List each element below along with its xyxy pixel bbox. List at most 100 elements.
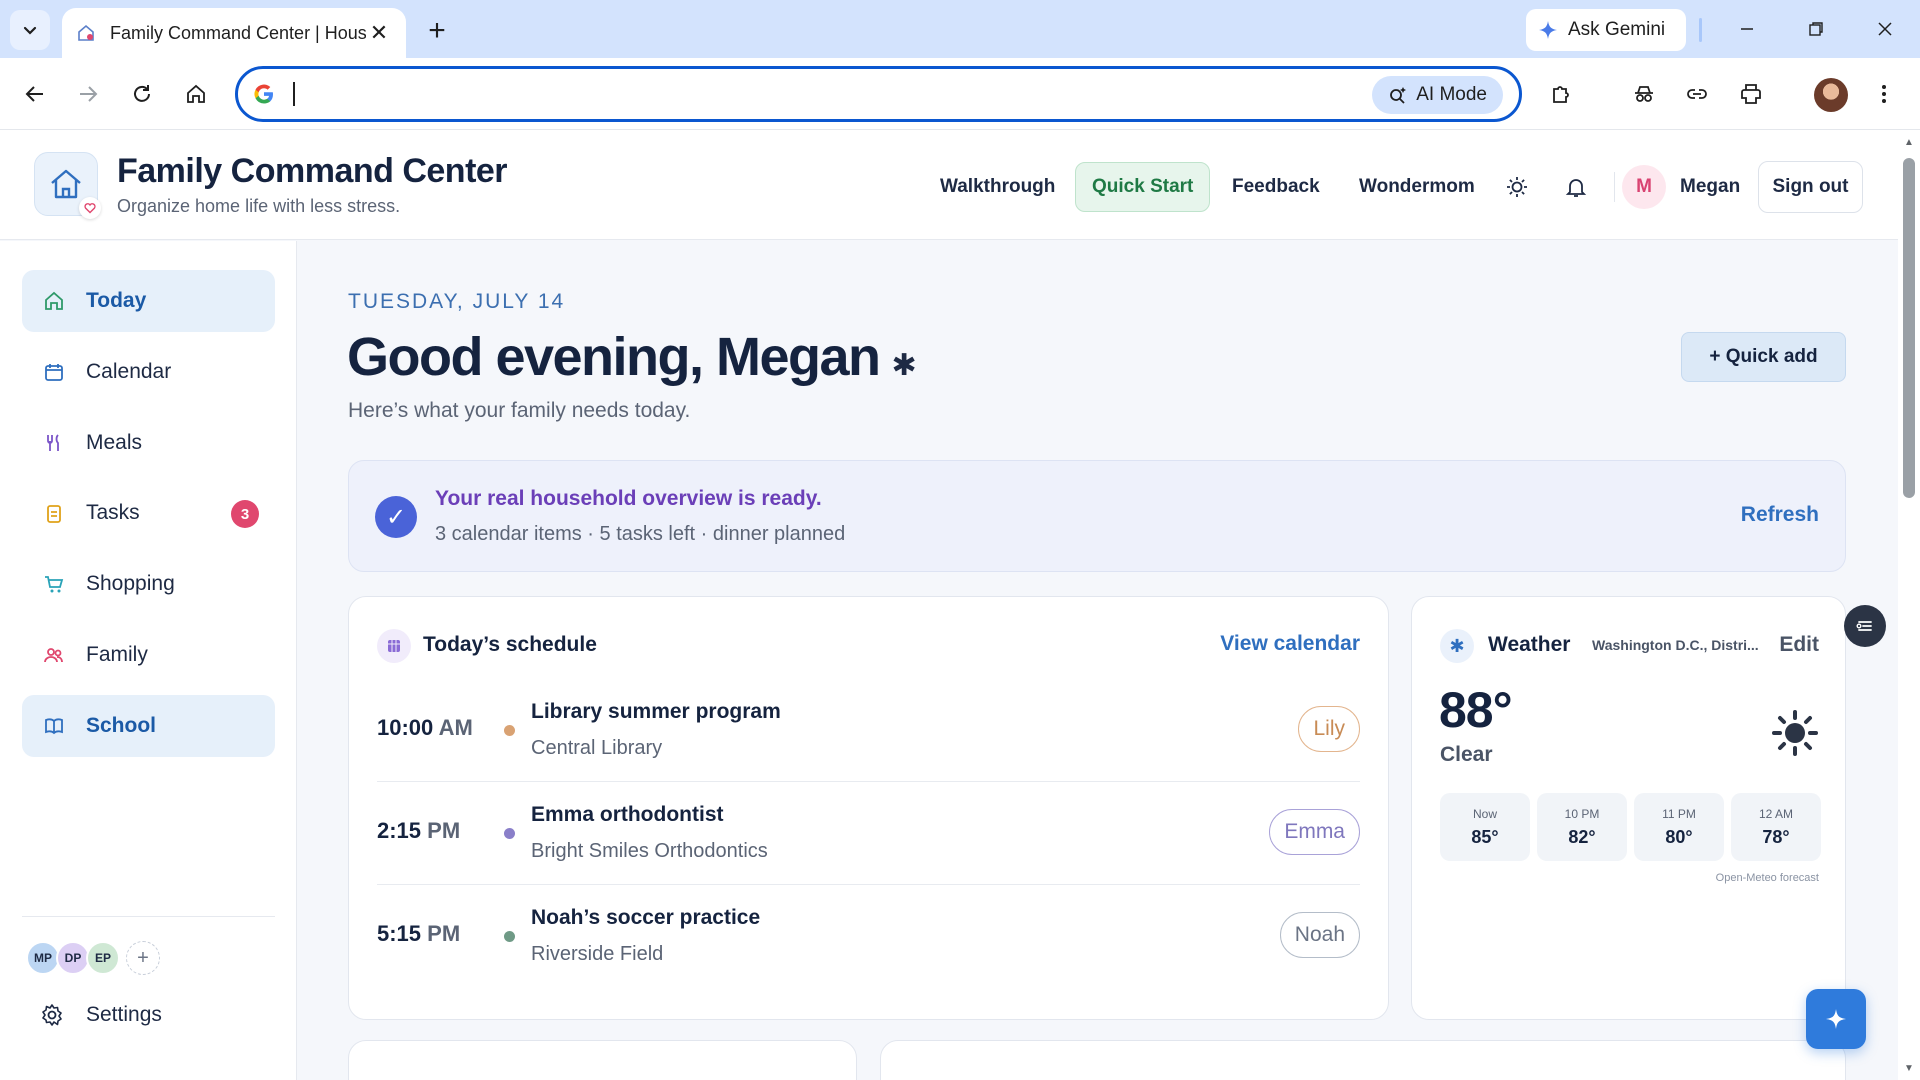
refresh-button[interactable]: Refresh (1741, 503, 1819, 527)
chrome-profile-avatar[interactable] (1814, 78, 1848, 112)
add-member-button[interactable]: + (126, 941, 160, 975)
clipboard-icon (42, 501, 66, 525)
scroll-up-icon[interactable]: ▲ (1903, 136, 1915, 148)
scrollbar-thumb[interactable] (1903, 158, 1915, 498)
app-logo[interactable] (34, 152, 101, 219)
assistant-chat-button[interactable] (1844, 605, 1886, 647)
extensions-button[interactable] (1540, 72, 1584, 116)
sidebar: Today Calendar Meals Tasks 3 Shopping Fa… (0, 241, 297, 1080)
address-bar[interactable]: AI Mode (235, 66, 1522, 122)
banner-title: Your real household overview is ready. (435, 487, 822, 510)
sidebar-item-settings[interactable]: Settings (40, 995, 162, 1035)
quick-start-button[interactable]: Quick Start (1075, 162, 1211, 212)
sidebar-item-meals[interactable]: Meals (22, 412, 275, 474)
sign-out-button[interactable]: Sign out (1758, 161, 1863, 213)
weather-condition: Clear (1440, 743, 1493, 766)
app-title: Family Command Center (117, 152, 508, 190)
sidebar-item-school[interactable]: School (22, 695, 275, 757)
weather-title: Weather (1488, 633, 1571, 656)
sidebar-item-calendar[interactable]: Calendar (22, 341, 275, 403)
ai-mode-button[interactable]: AI Mode (1372, 76, 1503, 114)
page-scrollbar[interactable]: ▲ ▼ (1898, 130, 1920, 1080)
forecast-hour-temp: 80° (1665, 826, 1693, 847)
close-window-button[interactable] (1857, 8, 1913, 50)
event-time: 2:15 PM (377, 818, 461, 843)
ai-search-icon (1390, 87, 1407, 104)
tab-close-icon[interactable]: ✕ (366, 20, 392, 46)
incognito-button[interactable] (1622, 72, 1666, 116)
tab-search-button[interactable] (10, 10, 50, 50)
tab-title: Family Command Center | Hous (110, 22, 366, 43)
member-avatar[interactable]: DP (56, 941, 90, 975)
weather-location: Washington D.C., Distri... (1592, 637, 1759, 653)
event-dot (504, 725, 515, 736)
browser-toolbar: AI Mode (0, 58, 1920, 130)
text-caret (293, 82, 295, 106)
browser-tab-active[interactable]: Family Command Center | Hous ✕ (62, 8, 406, 58)
member-avatar[interactable]: EP (86, 941, 120, 975)
house-icon (51, 169, 81, 199)
event-person-badge: Noah (1279, 912, 1360, 958)
sparkle-action-button[interactable] (1806, 989, 1866, 1049)
current-temperature: 88° (1439, 682, 1513, 738)
heart-icon (79, 197, 101, 219)
check-circle-icon: ✓ (375, 496, 417, 538)
sidebar-item-tasks[interactable]: Tasks 3 (22, 482, 275, 544)
copy-link-button[interactable] (1675, 72, 1719, 116)
minimize-button[interactable] (1719, 8, 1775, 50)
back-button[interactable] (13, 72, 57, 116)
more-vertical-icon (1882, 85, 1886, 103)
ask-gemini-button[interactable]: Ask Gemini (1526, 9, 1686, 51)
chat-lines-icon (1856, 621, 1872, 631)
incognito-icon (1635, 86, 1653, 102)
next-card-partial (348, 1040, 857, 1080)
sidebar-item-shopping[interactable]: Shopping (22, 553, 275, 615)
sidebar-item-label: Shopping (86, 572, 175, 595)
restore-button[interactable] (1788, 8, 1844, 50)
schedule-event[interactable]: 2:15 PM Emma orthodontist Bright Smiles … (377, 782, 1360, 885)
sun-icon (1507, 177, 1527, 197)
browser-tabstrip: Family Command Center | Hous ✕ + Ask Gem… (0, 0, 1920, 58)
utensils-icon (42, 431, 66, 455)
user-menu[interactable]: M Megan (1622, 165, 1740, 209)
feedback-link[interactable]: Feedback (1216, 162, 1336, 212)
wondermom-link[interactable]: Wondermom (1343, 162, 1491, 212)
forecast-hour-temp: 78° (1762, 826, 1790, 847)
link-icon (1687, 89, 1707, 99)
forward-button[interactable] (66, 72, 110, 116)
sidebar-item-label: Meals (86, 431, 143, 454)
home-button[interactable] (174, 72, 218, 116)
hourly-forecast: Now 85° 10 PM 82° 11 PM 80° 12 AM 78° (1440, 793, 1821, 861)
schedule-event[interactable]: 10:00 AM Library summer program Central … (377, 679, 1360, 782)
page-subtitle: Here’s what your family needs today. (348, 399, 691, 422)
sidebar-item-today[interactable]: Today (22, 270, 275, 332)
forecast-hour-temp: 82° (1568, 826, 1596, 847)
schedule-title: Today’s schedule (423, 633, 597, 656)
event-dot (504, 931, 515, 942)
user-avatar: M (1622, 165, 1666, 209)
view-calendar-link[interactable]: View calendar (1220, 632, 1360, 656)
chrome-menu-button[interactable] (1862, 72, 1906, 116)
quick-add-button[interactable]: + Quick add (1681, 332, 1846, 382)
arrow-left-icon (25, 86, 43, 102)
notifications-button[interactable] (1559, 170, 1593, 204)
banner-summary: 3 calendar items · 5 tasks left · dinner… (435, 523, 846, 545)
member-avatar[interactable]: MP (26, 941, 60, 975)
sidebar-item-family[interactable]: Family (22, 624, 275, 686)
scroll-down-icon[interactable]: ▼ (1903, 1062, 1915, 1074)
walkthrough-link[interactable]: Walkthrough (924, 162, 1071, 212)
sidebar-item-label: Calendar (86, 360, 172, 383)
forecast-hour-temp: 85° (1471, 826, 1499, 847)
next-card-partial (880, 1040, 1846, 1080)
header-divider (1614, 172, 1615, 202)
schedule-event[interactable]: 5:15 PM Noah’s soccer practice Riverside… (377, 885, 1360, 988)
forecast-hour-label: Now (1472, 806, 1497, 821)
event-person-badge: Emma (1269, 809, 1360, 855)
reload-button[interactable] (120, 72, 164, 116)
weather-edit-button[interactable]: Edit (1779, 633, 1819, 657)
print-button[interactable] (1729, 72, 1773, 116)
event-title: Emma orthodontist (531, 803, 724, 826)
theme-toggle-button[interactable] (1500, 170, 1534, 204)
new-tab-button[interactable]: + (420, 14, 454, 48)
google-g-icon (254, 84, 273, 104)
